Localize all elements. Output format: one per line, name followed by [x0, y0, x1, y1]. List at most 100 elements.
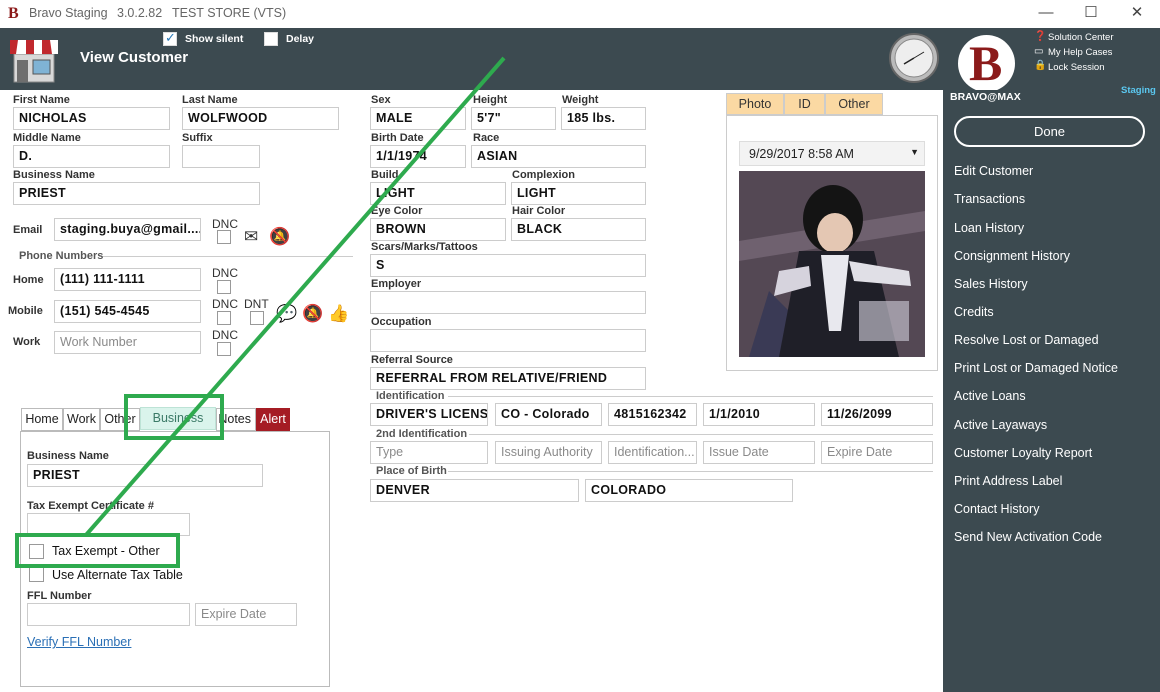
- id-number-field[interactable]: 4815162342: [608, 403, 697, 426]
- action-sidebar: BRAVO@MAX Staging Done Edit Customer Tra…: [943, 85, 1160, 692]
- second-id-authority-field[interactable]: Issuing Authority: [495, 441, 602, 464]
- clock-icon[interactable]: [888, 32, 940, 84]
- tab-other-photo[interactable]: Other: [825, 93, 883, 115]
- delay-checkbox[interactable]: [264, 32, 278, 46]
- solution-center-link[interactable]: Solution Center: [1048, 32, 1113, 43]
- maximize-button[interactable]: ☐: [1073, 3, 1109, 23]
- business-name-field[interactable]: PRIEST: [13, 182, 260, 205]
- referral-field[interactable]: REFERRAL FROM RELATIVE/FRIEND: [370, 367, 646, 390]
- active-loans-link[interactable]: Active Loans: [954, 389, 1026, 403]
- edit-customer-link[interactable]: Edit Customer: [954, 164, 1033, 178]
- employer-field[interactable]: [370, 291, 646, 314]
- sex-field[interactable]: MALE: [370, 107, 466, 130]
- close-button[interactable]: ✕: [1119, 3, 1155, 23]
- minimize-button[interactable]: —: [1028, 3, 1064, 23]
- thumbs-up-icon[interactable]: 👍: [328, 304, 349, 324]
- work-phone-field[interactable]: Work Number: [54, 331, 201, 354]
- id-expire-date-field[interactable]: 11/26/2099: [821, 403, 933, 426]
- id-issue-date-field[interactable]: 1/1/2010: [703, 403, 815, 426]
- my-help-cases-link[interactable]: My Help Cases: [1048, 47, 1112, 58]
- photo-date-dropdown[interactable]: 9/29/2017 8:58 AM ▼: [739, 141, 925, 166]
- phone-section-title: Phone Numbers: [19, 250, 104, 262]
- first-name-field[interactable]: NICHOLAS: [13, 107, 170, 130]
- loyalty-report-link[interactable]: Customer Loyalty Report: [954, 446, 1092, 460]
- tab-alert[interactable]: Alert: [256, 408, 290, 431]
- mobile-dnc-checkbox[interactable]: [217, 311, 231, 325]
- environment-label: Staging: [1121, 85, 1156, 96]
- ffl-expire-date-field[interactable]: Expire Date: [195, 603, 297, 626]
- ffl-number-field[interactable]: [27, 603, 190, 626]
- contact-history-link[interactable]: Contact History: [954, 502, 1039, 516]
- done-button[interactable]: Done: [954, 116, 1145, 147]
- suffix-field[interactable]: [182, 145, 260, 168]
- alt-tax-table-checkbox[interactable]: [29, 567, 44, 582]
- build-field[interactable]: LIGHT: [370, 182, 506, 205]
- business-tab-name-field[interactable]: PRIEST: [27, 464, 263, 487]
- build-label: Build: [371, 169, 399, 181]
- home-dnc-checkbox[interactable]: [217, 280, 231, 294]
- occupation-field[interactable]: [370, 329, 646, 352]
- birth-state-field[interactable]: COLORADO: [585, 479, 793, 502]
- lock-session-link[interactable]: Lock Session: [1048, 62, 1105, 73]
- verify-ffl-link[interactable]: Verify FFL Number: [27, 635, 131, 649]
- tab-work[interactable]: Work: [63, 408, 100, 431]
- mute-notification-icon[interactable]: 🔕: [269, 227, 290, 247]
- race-field[interactable]: ASIAN: [471, 145, 646, 168]
- tab-notes[interactable]: Notes: [216, 408, 256, 431]
- second-id-issue-date-field[interactable]: Issue Date: [703, 441, 815, 464]
- tab-home[interactable]: Home: [21, 408, 63, 431]
- hair-color-field[interactable]: BLACK: [511, 218, 646, 241]
- tax-cert-label: Tax Exempt Certificate #: [27, 500, 154, 512]
- eye-color-field[interactable]: BROWN: [370, 218, 506, 241]
- business-tab-name-label: Business Name: [27, 450, 109, 462]
- id-type-field[interactable]: DRIVER'S LICENSE: [370, 403, 488, 426]
- second-id-type-field[interactable]: Type: [370, 441, 488, 464]
- eye-color-label: Eye Color: [371, 205, 423, 217]
- occupation-label: Occupation: [371, 316, 432, 328]
- work-dnc-checkbox[interactable]: [217, 342, 231, 356]
- transactions-link[interactable]: Transactions: [954, 192, 1025, 206]
- middle-name-field[interactable]: D.: [13, 145, 170, 168]
- tab-business[interactable]: Business: [140, 407, 216, 430]
- mobile-mute-icon[interactable]: 🔕: [302, 304, 323, 324]
- birth-city-field[interactable]: DENVER: [370, 479, 579, 502]
- print-address-label-link[interactable]: Print Address Label: [954, 474, 1062, 488]
- credits-link[interactable]: Credits: [954, 305, 994, 319]
- race-label: Race: [473, 132, 500, 144]
- print-lost-damaged-link[interactable]: Print Lost or Damaged Notice: [954, 361, 1118, 375]
- tab-id[interactable]: ID: [784, 93, 825, 115]
- app-version: 3.0.2.82: [117, 6, 163, 20]
- work-phone-label: Work: [13, 336, 41, 348]
- employer-label: Employer: [371, 278, 422, 290]
- birth-date-field[interactable]: 1/1/1974: [370, 145, 466, 168]
- active-layaways-link[interactable]: Active Layaways: [954, 418, 1047, 432]
- email-field[interactable]: staging.buya@gmail....: [54, 218, 201, 241]
- mobile-dnt-checkbox[interactable]: [250, 311, 264, 325]
- second-id-number-field[interactable]: Identification...: [608, 441, 697, 464]
- email-icon[interactable]: ✉: [244, 227, 258, 247]
- sms-icon[interactable]: 💬: [276, 304, 297, 324]
- show-silent-checkbox[interactable]: ✓: [163, 30, 177, 46]
- email-dnc-checkbox[interactable]: [217, 230, 231, 244]
- id-authority-field[interactable]: CO - Colorado: [495, 403, 602, 426]
- second-id-expire-date-field[interactable]: Expire Date: [821, 441, 933, 464]
- sales-history-link[interactable]: Sales History: [954, 277, 1028, 291]
- weight-field[interactable]: 185 lbs.: [561, 107, 646, 130]
- email-dnc-label: DNC: [212, 217, 238, 231]
- loan-history-link[interactable]: Loan History: [954, 221, 1024, 235]
- send-activation-code-link[interactable]: Send New Activation Code: [954, 530, 1102, 544]
- tab-other[interactable]: Other: [100, 408, 140, 431]
- complexion-field[interactable]: LIGHT: [511, 182, 646, 205]
- consignment-history-link[interactable]: Consignment History: [954, 249, 1070, 263]
- tax-cert-field[interactable]: [27, 513, 190, 536]
- height-field[interactable]: 5'7": [471, 107, 556, 130]
- page-title: View Customer: [80, 49, 189, 66]
- scars-field[interactable]: S: [370, 254, 646, 277]
- last-name-field[interactable]: WOLFWOOD: [182, 107, 339, 130]
- referral-label: Referral Source: [371, 354, 453, 366]
- home-phone-field[interactable]: (111) 111-1111: [54, 268, 201, 291]
- resolve-lost-damaged-link[interactable]: Resolve Lost or Damaged: [954, 333, 1099, 347]
- tax-exempt-other-checkbox[interactable]: [29, 544, 44, 559]
- mobile-phone-field[interactable]: (151) 545-4545: [54, 300, 201, 323]
- tab-photo[interactable]: Photo: [726, 93, 784, 115]
